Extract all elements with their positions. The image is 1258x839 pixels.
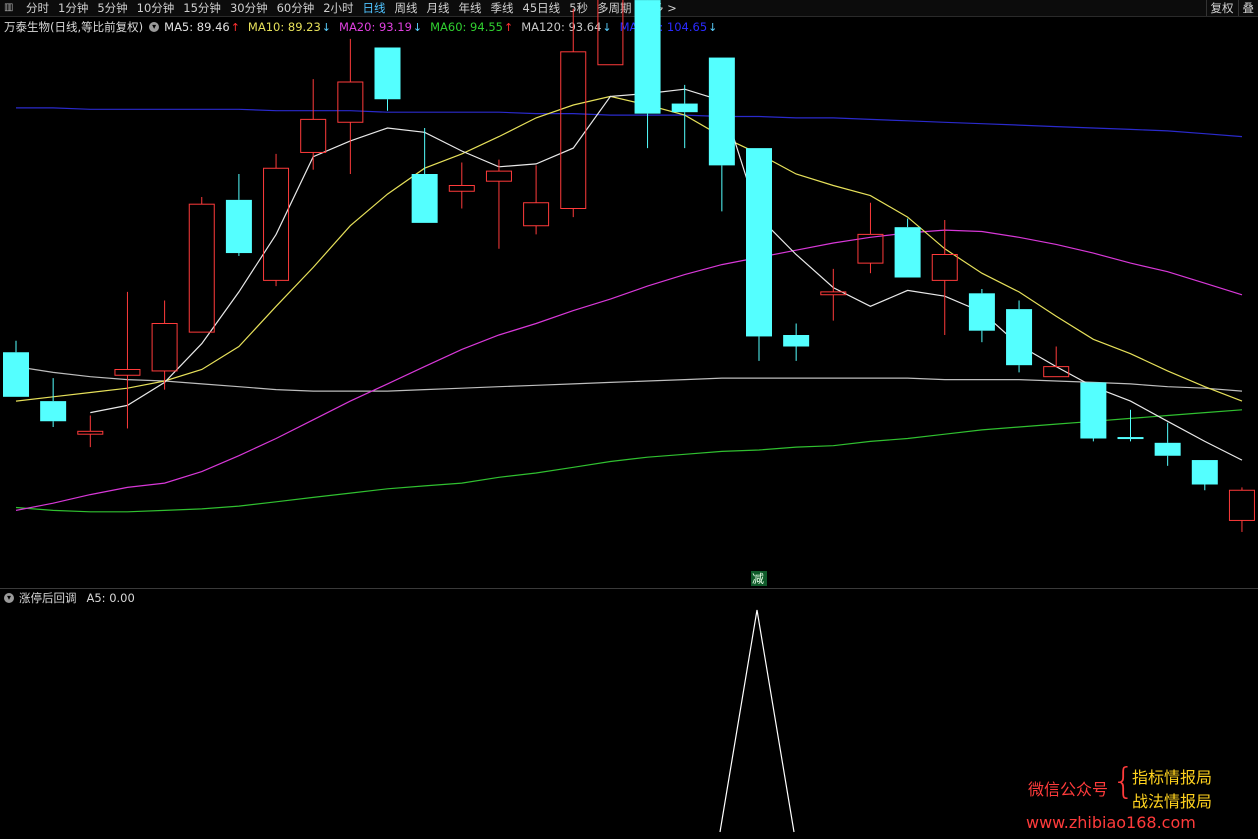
ma10-line — [15, 95, 1243, 402]
candle-body — [783, 335, 810, 347]
watermark-left: 微信公众号 — [1028, 780, 1109, 799]
candle-body — [1191, 460, 1218, 485]
candle-body — [225, 199, 252, 254]
candle-body — [1228, 489, 1255, 521]
signal-label: 减 — [752, 572, 764, 586]
candle-body — [968, 293, 995, 331]
watermark: 微信公众号 { 指标情报局 战法情报局 www.zhibiao168.com — [1026, 760, 1248, 835]
candle-body — [188, 203, 215, 333]
ma250-line — [16, 107, 1243, 138]
watermark-right-2: 战法情报局 — [1132, 792, 1213, 811]
candle-body — [671, 103, 698, 113]
candle-body — [523, 202, 550, 227]
candle-body — [300, 118, 327, 153]
candle-body — [40, 401, 67, 422]
candle-body — [263, 167, 290, 281]
candle-body — [411, 174, 438, 223]
candle-body — [1154, 442, 1181, 456]
candle-body — [448, 185, 475, 192]
candle-body — [560, 51, 587, 209]
candle-body — [485, 170, 512, 182]
candle-body — [1006, 309, 1033, 366]
candle-body — [894, 227, 921, 278]
candle-body — [3, 352, 29, 397]
candle-body — [1117, 437, 1144, 440]
candle-body — [634, 0, 661, 114]
candle-body — [820, 291, 847, 296]
candle-body — [597, 0, 624, 66]
candle-body — [746, 148, 772, 337]
candle-body — [931, 254, 958, 281]
candle-body — [114, 369, 141, 376]
candle-body — [151, 323, 178, 372]
candle-body — [337, 81, 364, 123]
candle-body — [374, 47, 401, 100]
candle-body — [1080, 382, 1107, 439]
watermark-url: www.zhibiao168.com — [1026, 813, 1196, 832]
candle-body — [708, 57, 735, 166]
kline-chart[interactable]: 117.02减 — [0, 0, 1258, 839]
ma60-line — [15, 409, 1243, 513]
candle-body — [77, 430, 104, 435]
watermark-right-1: 指标情报局 — [1132, 768, 1213, 787]
indicator-a5-line — [719, 609, 795, 833]
